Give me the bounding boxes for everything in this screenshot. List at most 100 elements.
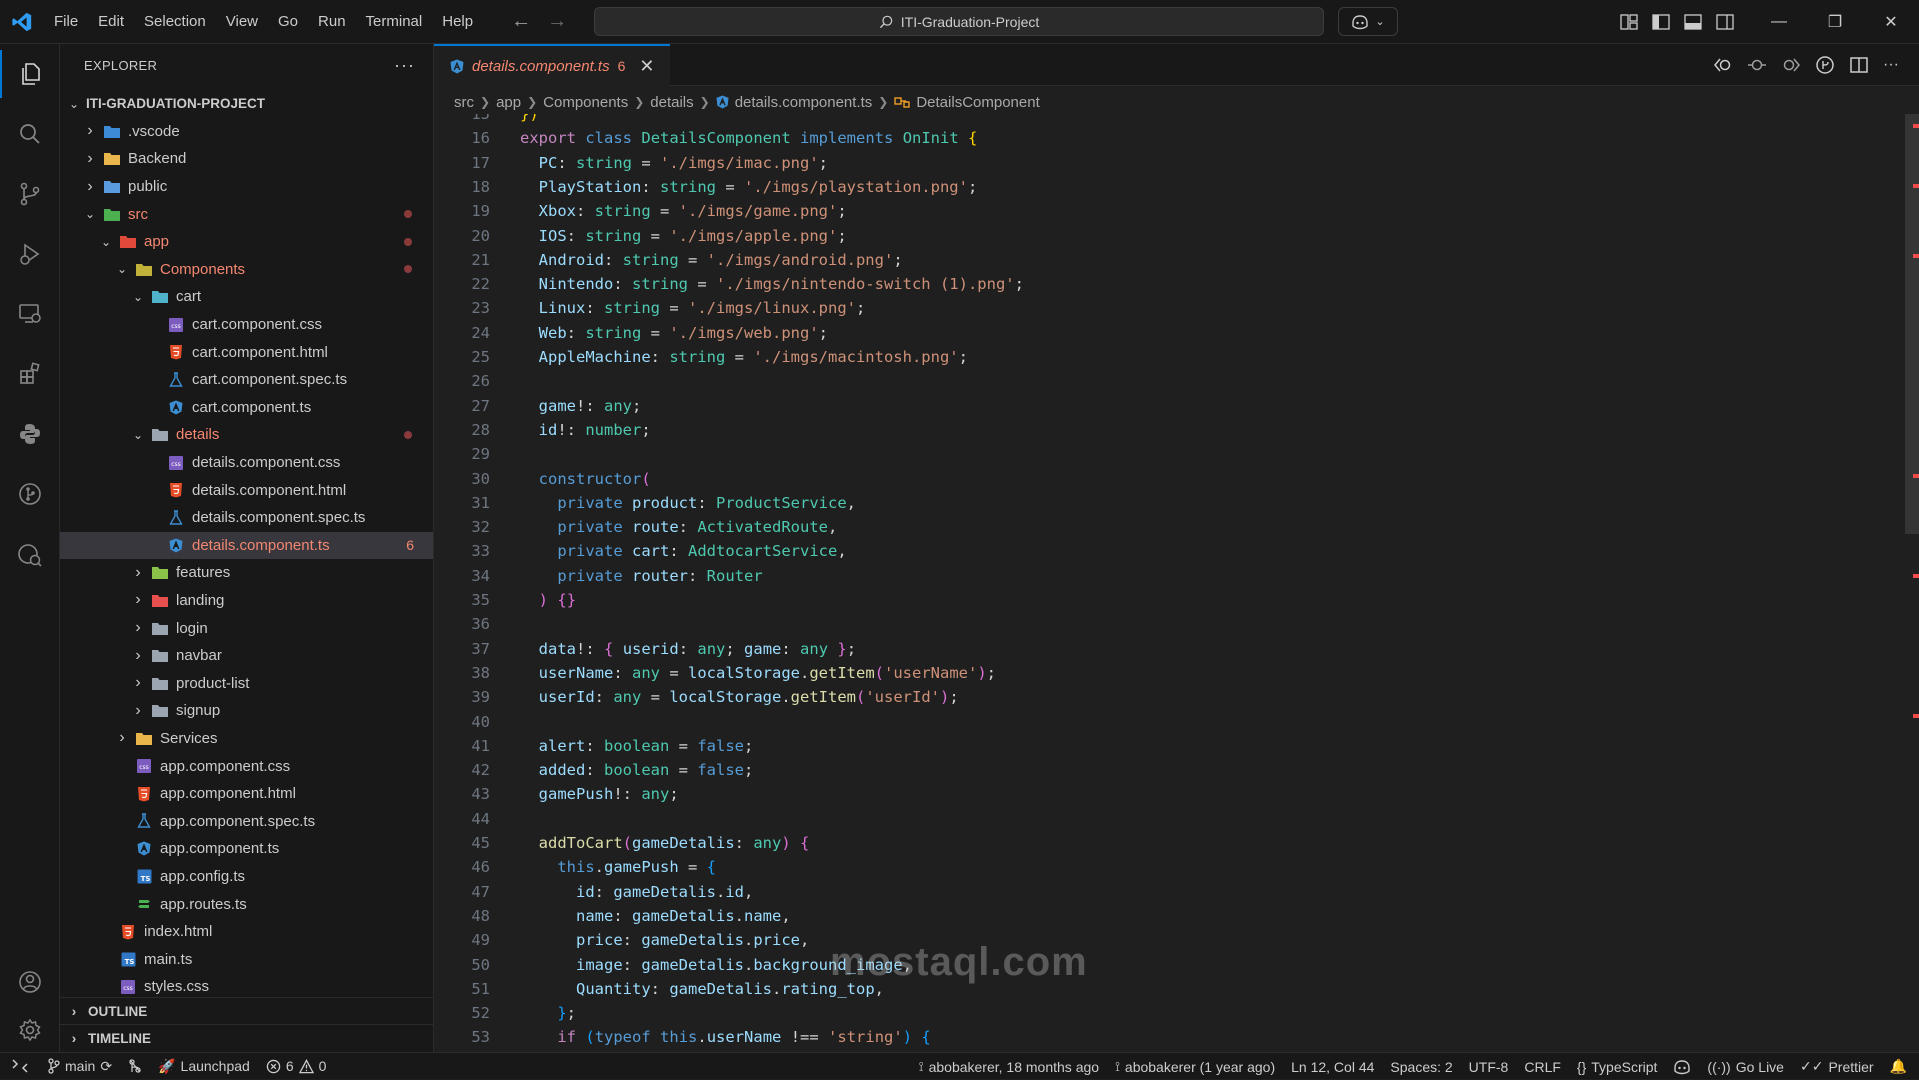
file-item[interactable]: css cart.component.css <box>60 311 433 339</box>
toggle-panel-icon[interactable] <box>1684 14 1702 30</box>
explorer-icon[interactable] <box>0 50 60 98</box>
file-item[interactable]: app.routes.ts <box>60 890 433 918</box>
remote-indicator[interactable] <box>0 1053 40 1080</box>
breadcrumb-components[interactable]: Components <box>543 94 628 111</box>
git-graph-status[interactable] <box>120 1058 150 1074</box>
restore-icon[interactable]: ❐ <box>1807 0 1863 44</box>
previous-change-icon[interactable] <box>1747 56 1767 74</box>
file-item[interactable]: cart.component.ts <box>60 394 433 422</box>
breadcrumb-src[interactable]: src <box>454 94 474 111</box>
folder-item[interactable]: › navbar <box>60 642 433 670</box>
search-view-icon[interactable] <box>0 110 60 158</box>
more-actions-icon[interactable]: ··· <box>394 55 415 76</box>
accounts-icon[interactable] <box>0 958 60 1006</box>
menu-terminal[interactable]: Terminal <box>356 0 433 44</box>
timeline-section[interactable]: › TIMELINE <box>60 1024 433 1051</box>
project-root[interactable]: ⌄ ITI-GRADUATION-PROJECT <box>60 90 433 118</box>
folder-item[interactable]: › login <box>60 614 433 642</box>
toggle-primary-sidebar-icon[interactable] <box>1652 14 1670 30</box>
file-item[interactable]: css details.component.css <box>60 449 433 477</box>
file-item[interactable]: details.component.html <box>60 476 433 504</box>
split-editor-icon[interactable] <box>1849 56 1869 74</box>
settings-gear-icon[interactable] <box>0 1006 60 1054</box>
tab-details-component-ts[interactable]: details.component.ts 6 ✕ <box>434 44 670 86</box>
customize-layout-icon[interactable] <box>1620 14 1638 30</box>
go-live-status[interactable]: ((·)) Go Live <box>1699 1059 1792 1075</box>
breadcrumb-symbol[interactable]: DetailsComponent <box>916 94 1039 111</box>
file-item[interactable]: cart.component.spec.ts <box>60 366 433 394</box>
copilot-button[interactable]: ⌄ <box>1338 7 1398 36</box>
folder-item[interactable]: ⌄ src <box>60 200 433 228</box>
open-changes-icon[interactable] <box>1713 56 1733 74</box>
folder-item[interactable]: › signup <box>60 697 433 725</box>
breadcrumb-file[interactable]: details.component.ts <box>735 94 873 111</box>
git-author-status[interactable]: ⟟ abobakerer, 18 months ago <box>911 1059 1107 1075</box>
indentation[interactable]: Spaces: 2 <box>1382 1059 1460 1075</box>
file-item[interactable]: index.html <box>60 918 433 946</box>
close-window-icon[interactable]: ✕ <box>1863 0 1919 44</box>
language-mode[interactable]: {} TypeScript <box>1569 1059 1666 1075</box>
launchpad-status[interactable]: 🚀 Launchpad <box>150 1058 258 1075</box>
branch-status[interactable]: main ⟳ <box>40 1058 120 1075</box>
file-item[interactable]: app.component.html <box>60 780 433 808</box>
file-item[interactable]: details.component.spec.ts <box>60 504 433 532</box>
file-item[interactable]: TS app.config.ts <box>60 863 433 891</box>
folder-item[interactable]: ⌄ details <box>60 421 433 449</box>
notifications-status[interactable]: 🔔 <box>1882 1058 1919 1075</box>
more-actions-icon[interactable]: ··· <box>1883 56 1899 74</box>
command-center-search[interactable]: ITI-Graduation-Project <box>594 7 1324 36</box>
remote-explorer-icon[interactable] <box>0 290 60 338</box>
git-compare-icon[interactable] <box>1815 56 1835 74</box>
file-item[interactable]: TS main.ts <box>60 945 433 973</box>
prettier-status[interactable]: ✓✓ Prettier <box>1792 1058 1882 1075</box>
git-blame-status[interactable]: ⟟ abobakerer (1 year ago) <box>1107 1059 1283 1075</box>
code-editor[interactable]: 15}) 16 export class DetailsComponent impl… <box>434 114 1904 1052</box>
line-ending[interactable]: CRLF <box>1516 1059 1569 1075</box>
toggle-secondary-sidebar-icon[interactable] <box>1716 14 1734 30</box>
breadcrumb-app[interactable]: app <box>496 94 521 111</box>
file-item[interactable]: app.component.ts <box>60 835 433 863</box>
menu-edit[interactable]: Edit <box>88 0 134 44</box>
scrollbar-thumb[interactable] <box>1905 114 1919 534</box>
close-tab-icon[interactable]: ✕ <box>639 56 654 77</box>
folder-item[interactable]: › product-list <box>60 669 433 697</box>
outline-section[interactable]: › OUTLINE <box>60 997 433 1024</box>
folder-item[interactable]: › public <box>60 173 433 201</box>
run-debug-icon[interactable] <box>0 230 60 278</box>
extensions-icon[interactable] <box>0 350 60 398</box>
menu-go[interactable]: Go <box>268 0 308 44</box>
menu-run[interactable]: Run <box>308 0 356 44</box>
problems-status[interactable]: 6 0 <box>258 1058 335 1074</box>
gitlens-inspect-icon[interactable] <box>0 530 60 578</box>
folder-item[interactable]: ⌄ Components <box>60 256 433 284</box>
folder-item[interactable]: › Services <box>60 725 433 753</box>
sync-icon[interactable]: ⟳ <box>100 1058 112 1075</box>
menu-file[interactable]: File <box>44 0 88 44</box>
breadcrumb-details[interactable]: details <box>650 94 693 111</box>
folder-item[interactable]: › .vscode <box>60 118 433 146</box>
forward-arrow-icon[interactable]: → <box>547 10 567 33</box>
source-control-icon[interactable] <box>0 170 60 218</box>
file-item[interactable]: css app.component.css <box>60 752 433 780</box>
folder-item[interactable]: › features <box>60 559 433 587</box>
menu-selection[interactable]: Selection <box>134 0 216 44</box>
python-icon[interactable] <box>0 410 60 458</box>
encoding[interactable]: UTF-8 <box>1461 1059 1517 1075</box>
editor-scrollbar[interactable] <box>1905 114 1919 1052</box>
folder-item[interactable]: ⌄ app <box>60 228 433 256</box>
cursor-position[interactable]: Ln 12, Col 44 <box>1283 1059 1382 1075</box>
minimize-icon[interactable]: — <box>1751 0 1807 44</box>
file-item[interactable]: cart.component.html <box>60 338 433 366</box>
folder-item[interactable]: › landing <box>60 587 433 615</box>
copilot-status[interactable] <box>1665 1059 1699 1075</box>
file-item[interactable]: details.component.ts 6 <box>60 531 433 560</box>
vscode-logo-icon[interactable] <box>0 0 44 44</box>
gitlens-icon[interactable] <box>0 470 60 518</box>
next-change-icon[interactable] <box>1781 56 1801 74</box>
folder-item[interactable]: ⌄ cart <box>60 283 433 311</box>
menu-view[interactable]: View <box>216 0 268 44</box>
menu-help[interactable]: Help <box>432 0 483 44</box>
back-arrow-icon[interactable]: ← <box>511 10 531 33</box>
file-item[interactable]: app.component.spec.ts <box>60 807 433 835</box>
folder-item[interactable]: › Backend <box>60 145 433 173</box>
